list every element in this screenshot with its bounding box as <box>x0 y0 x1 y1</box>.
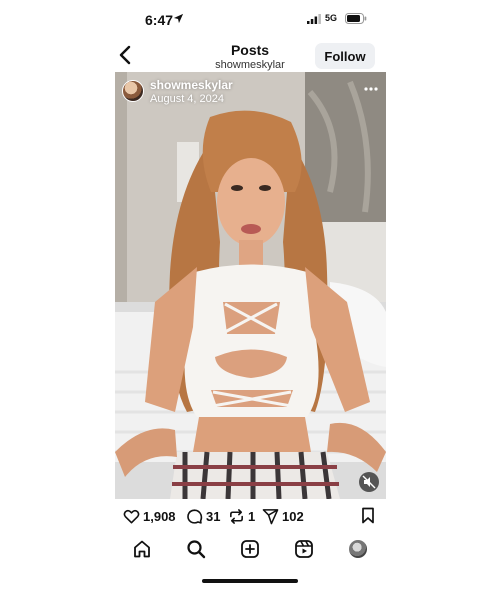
search-icon <box>187 540 206 559</box>
home-indicator <box>202 579 298 583</box>
tab-home[interactable] <box>131 538 153 560</box>
home-icon <box>134 540 150 558</box>
post-author-avatar[interactable] <box>122 80 144 102</box>
nav-header: Posts showmeskylar Follow <box>0 40 500 72</box>
share-button[interactable]: 102 <box>262 506 304 526</box>
battery-icon <box>345 13 367 24</box>
comment-icon <box>187 508 203 524</box>
status-time: 6:47 <box>145 12 174 28</box>
post-video[interactable]: showmeskylar August 4, 2024 <box>115 72 386 499</box>
cellular-signal-icon <box>307 14 321 24</box>
reels-icon <box>295 540 313 558</box>
share-count: 102 <box>282 508 304 524</box>
post-date: August 4, 2024 <box>150 93 225 105</box>
page-subtitle[interactable]: showmeskylar <box>0 59 500 71</box>
follow-button[interactable]: Follow <box>315 43 375 69</box>
post-action-bar: 1,908 31 1 102 <box>0 506 500 528</box>
repost-count: 1 <box>248 508 256 524</box>
tab-reels[interactable] <box>293 538 315 560</box>
heart-icon <box>123 509 140 523</box>
like-count: 1,908 <box>143 508 176 524</box>
more-horizontal-icon[interactable] <box>363 81 379 97</box>
comment-count: 31 <box>206 508 221 524</box>
like-button[interactable]: 1,908 <box>123 506 176 526</box>
repost-button[interactable]: 1 <box>228 506 255 526</box>
post-author-username[interactable]: showmeskylar <box>150 78 233 92</box>
tab-create[interactable] <box>239 538 261 560</box>
network-type-label: 5G <box>325 13 338 23</box>
page-title: Posts <box>230 42 270 58</box>
mute-button[interactable] <box>359 472 379 492</box>
profile-avatar[interactable] <box>349 540 367 558</box>
status-bar: 6:47 5G <box>0 0 500 40</box>
tab-search[interactable] <box>185 538 207 560</box>
create-post-icon <box>241 540 259 558</box>
repost-icon <box>230 508 243 524</box>
bookmark-icon[interactable] <box>360 507 376 524</box>
bottom-tab-bar <box>0 538 500 562</box>
comment-button[interactable]: 31 <box>186 506 220 526</box>
video-frame-image <box>115 72 386 499</box>
share-paper-plane-icon <box>262 508 279 524</box>
speaker-muted-icon <box>362 475 376 489</box>
location-arrow-icon <box>173 13 184 24</box>
